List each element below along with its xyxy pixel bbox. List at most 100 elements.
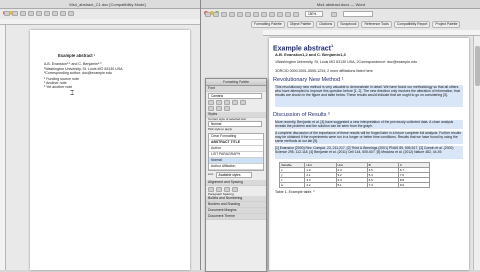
new-doc-icon[interactable] [205,11,211,17]
new-doc-icon[interactable] [4,11,10,16]
format-painter-icon[interactable] [253,11,259,17]
example-table[interactable]: Variable Unit Unit B C x 1.0 2.3 4.5 6.7… [279,162,431,188]
list-label: List: [208,173,214,177]
open-icon[interactable] [12,11,18,16]
zoom-icon-button[interactable] [68,11,74,16]
formatting-palette-button[interactable]: Formatting Palette [251,21,285,28]
pick-style-label: Pick style to apply [208,128,233,132]
palette-font-section: Font Cambria Styles Current style of sel… [206,86,266,221]
references: [1] Evanston (2000) Rev. Comput. 23, 211… [275,146,463,159]
align-right-icon[interactable] [224,186,230,192]
project-palette-button[interactable]: Project Palette [432,21,461,28]
table-caption: Table 1. Example table. ² [275,190,315,194]
right-titlebar: Ms4 abstract.docx — Word [201,0,480,15]
table-cell: 7.3 [367,183,399,188]
align-center-icon[interactable] [216,186,222,192]
scrapbook-button[interactable]: Scrapbook [337,21,360,28]
section-2-text: More recently, Benjamin et al. [4] have … [275,120,463,129]
font-controls: Cambria [206,92,266,112]
compatibility-report-button[interactable]: Compatibility Report [393,21,431,28]
left-doc-affil-2: ²Corresponding author: doc@example.edu [44,71,112,75]
table-icon[interactable] [52,11,58,16]
align-left-icon[interactable] [208,186,214,192]
section-1-heading: Revolutionary New Method ¹ [273,77,344,83]
underline-icon[interactable] [224,100,230,105]
right-ruler [263,30,480,36]
open-icon[interactable] [213,11,219,17]
doc-title: Example abstract [273,45,331,53]
left-doc-heading: Example abstract ¹ [58,54,96,58]
columns-icon[interactable] [60,11,66,16]
style-list: Clear Formatting ABSTRACT TITLE Author L… [208,132,264,171]
text-cursor-icon: ⌶ [70,90,75,97]
left-page[interactable]: Example abstract ¹ A.B. Evanston¹·² and … [30,30,190,270]
doc-affiliation-2: 3ORCID 0000-0001-5555-1234; 2 more affil… [275,69,373,73]
table-cell: w [280,183,306,188]
left-document-window: Ms4_abstract_C1.doc [Compatibility Mode]… [0,0,216,270]
alignment-buttons [206,186,266,193]
scrollbar-thumb[interactable] [475,46,480,86]
help-icon[interactable] [331,11,337,17]
formatting-palette: Formatting Palette Font Cambria Styles C… [205,78,267,272]
current-style-field[interactable]: Normal [208,121,262,128]
undo-icon[interactable] [237,11,243,17]
right-page[interactable]: Example abstract1 A.B. Evanston1,2 and C… [269,38,469,270]
font-color-buttons [208,106,264,111]
font-name-field[interactable]: Cambria [208,93,262,99]
toolbox-icon[interactable] [293,11,299,17]
redo-icon[interactable] [44,11,50,16]
palette-title: Formatting Palette [222,80,250,84]
left-titlebar: Ms4_abstract_C1.doc [Compatibility Mode] [0,0,215,15]
justify-icon[interactable] [232,186,238,192]
superscript-icon[interactable] [240,100,246,105]
table-cell: 9.0 [398,183,431,188]
left-toolbar [4,11,74,16]
reference-tools-button[interactable]: Reference Tools [361,21,392,28]
table-cell: 5.1 [336,183,368,188]
table-cell: 4.2 [305,183,337,188]
doc-title-sup: 1 [330,43,334,48]
style-item[interactable]: Author Affiliation [209,164,263,170]
doc-affiliation: 1Washington University, St. Louis MO 631… [275,60,418,64]
right-standard-toolbar: 150% [205,11,373,17]
undo-icon[interactable] [36,11,42,16]
font-style-buttons [208,100,264,105]
left-doc-footnote-3: ³ Yet another note [44,85,73,89]
right-scrollbar[interactable] [473,36,480,270]
gallery-icon[interactable] [285,11,291,17]
doc-title-line: Example abstract1 [273,43,333,52]
table-row: w 4.2 5.1 7.3 9.0 [280,183,431,188]
section-2-heading: Discussion of Results ² [273,112,330,118]
highlight-icon[interactable] [208,106,214,111]
section-1-text: This revolutionary new method is very va… [275,85,463,107]
citations-button[interactable]: Citations [316,21,336,28]
object-palette-button[interactable]: Object Palette [286,21,315,28]
right-window-title: Ms4 abstract.docx — Word [316,2,366,7]
list-select[interactable]: Available styles [215,171,252,178]
palette-titlebar[interactable]: Formatting Palette [206,79,266,86]
redo-icon[interactable] [245,11,251,17]
doc-authors: A.B. Evanston1,2 and C. Benjamin1,3 [275,53,346,57]
section-2-text-2: A complete discussion of the importance … [275,131,463,144]
search-input[interactable] [343,11,373,17]
print-icon[interactable] [28,11,34,16]
strikethrough-icon[interactable] [232,100,238,105]
zoom-field[interactable]: 150% [305,11,323,17]
bold-icon[interactable] [208,100,214,105]
table-icon[interactable] [261,11,267,17]
right-palette-toolbar: Formatting Palette Object Palette Citati… [251,21,461,28]
save-icon[interactable] [221,11,227,17]
left-doc-author: A.B. Evanston¹·² and C. Benjamin¹·² [44,62,102,66]
columns-icon[interactable] [269,11,275,17]
sidebar-icon[interactable] [277,11,283,17]
list-row: List: Available styles [206,171,266,178]
italic-icon[interactable] [216,100,222,105]
case-icon[interactable] [224,106,230,111]
left-window-title: Ms4_abstract_C1.doc [Compatibility Mode] [69,2,146,7]
left-ruler [0,19,215,25]
print-icon[interactable] [229,11,235,17]
save-icon[interactable] [20,11,26,16]
theme-section-header[interactable]: Document Theme [206,214,266,221]
font-color-icon[interactable] [216,106,222,111]
left-vertical-ruler [0,25,6,270]
